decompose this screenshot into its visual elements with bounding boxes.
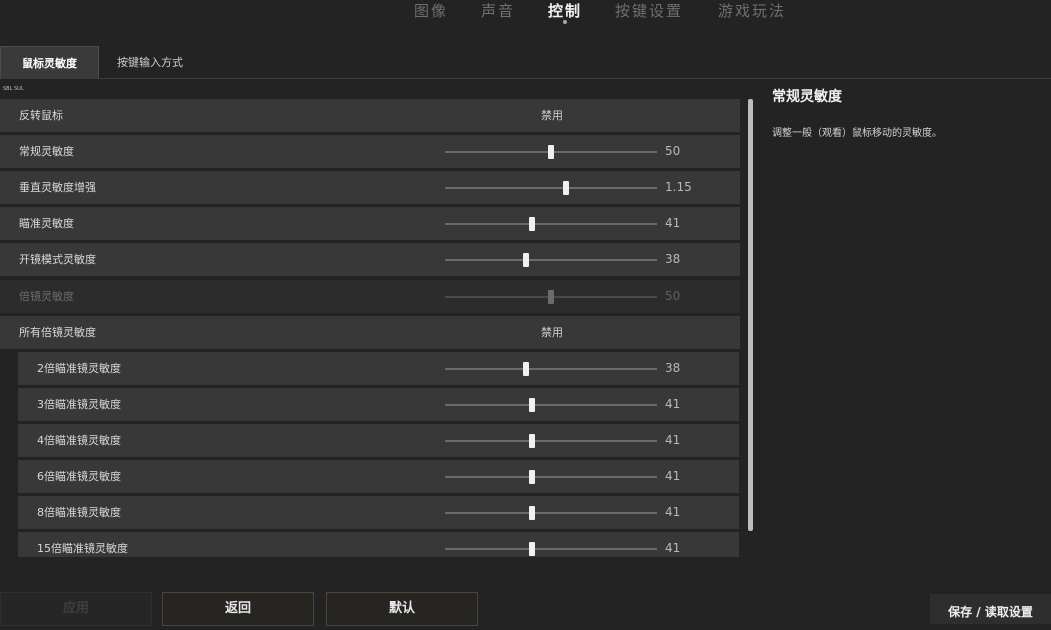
slider-handle[interactable] — [528, 542, 535, 556]
slider-handle[interactable] — [548, 145, 554, 159]
apply-button[interactable]: 应用 — [0, 592, 152, 626]
slider-track[interactable] — [445, 145, 657, 159]
slider-track[interactable] — [445, 542, 657, 556]
settings-scrollbar[interactable] — [748, 99, 753, 531]
setting-label: 反转鼠标 — [19, 109, 63, 122]
tab-audio[interactable]: 声音 — [481, 0, 515, 21]
settings-list[interactable]: 反转鼠标 禁用 常规灵敏度 50 垂直灵敏度增强 1.15 瞄准灵敏度 41 开镜模式灵敏度 38… — [0, 99, 740, 557]
slider-track[interactable] — [445, 398, 657, 412]
setting-label: 常规灵敏度 — [19, 145, 74, 158]
tab-keybindings[interactable]: 按键设置 — [615, 0, 683, 21]
setting-row: 倍镜灵敏度 50 — [0, 280, 740, 313]
setting-label: 开镜模式灵敏度 — [19, 253, 96, 266]
tab-gameplay[interactable]: 游戏玩法 — [718, 0, 786, 21]
setting-label: 垂直灵敏度增强 — [19, 181, 96, 194]
setting-label: 瞄准灵敏度 — [19, 217, 74, 230]
setting-row[interactable]: 4倍瞄准镜灵敏度 41 — [18, 424, 739, 457]
setting-value-toggle[interactable]: 禁用 — [541, 316, 563, 349]
slider-track[interactable] — [445, 506, 657, 520]
slider-value: 38 — [665, 252, 681, 266]
setting-row[interactable]: 6倍瞄准镜灵敏度 41 — [18, 460, 739, 493]
save-load-settings-button[interactable]: 保存 / 读取设置 — [930, 594, 1051, 624]
setting-row[interactable]: 3倍瞄准镜灵敏度 41 — [18, 388, 739, 421]
slider-handle[interactable] — [528, 506, 535, 520]
setting-value-toggle[interactable]: 禁用 — [541, 99, 563, 132]
tab-graphics[interactable]: 图像 — [414, 0, 448, 21]
slider-handle[interactable] — [522, 253, 529, 267]
slider-value: 41 — [665, 397, 681, 411]
sub-tab-bar: 鼠标灵敏度 按键输入方式 — [0, 46, 1051, 79]
slider-handle[interactable] — [528, 217, 535, 231]
slider-track[interactable] — [445, 217, 657, 231]
setting-label: 6倍瞄准镜灵敏度 — [37, 470, 121, 483]
setting-row[interactable]: 开镜模式灵敏度 38 — [0, 243, 740, 276]
setting-row[interactable]: 8倍瞄准镜灵敏度 41 — [18, 496, 739, 529]
section-tiny-label: SBL SUL — [3, 86, 24, 92]
setting-label: 8倍瞄准镜灵敏度 — [37, 506, 121, 519]
description-title: 常规灵敏度 — [772, 89, 842, 105]
setting-label: 倍镜灵敏度 — [19, 290, 74, 303]
setting-row[interactable]: 15倍瞄准镜灵敏度 41 — [18, 532, 739, 557]
setting-label: 3倍瞄准镜灵敏度 — [37, 398, 121, 411]
slider-value: 41 — [665, 469, 681, 483]
slider-value: 50 — [665, 289, 681, 303]
slider-value: 38 — [665, 361, 681, 375]
setting-label: 15倍瞄准镜灵敏度 — [37, 542, 128, 555]
default-button[interactable]: 默认 — [326, 592, 478, 626]
setting-row[interactable]: 所有倍镜灵敏度 禁用 — [0, 316, 740, 349]
slider-handle[interactable] — [522, 362, 529, 376]
slider-track[interactable] — [445, 253, 657, 267]
active-indicator-dot — [563, 20, 567, 24]
slider-value: 41 — [665, 433, 681, 447]
slider-value: 41 — [665, 505, 681, 519]
top-nav: 图像 声音 控制 按键设置 游戏玩法 — [0, 0, 1051, 28]
slider-handle[interactable] — [562, 181, 569, 195]
setting-row[interactable]: 垂直灵敏度增强 1.15 — [0, 171, 740, 204]
slider-track — [445, 290, 657, 304]
setting-label: 2倍瞄准镜灵敏度 — [37, 362, 121, 375]
subtab-mouse-sensitivity[interactable]: 鼠标灵敏度 — [0, 46, 99, 79]
back-button[interactable]: 返回 — [162, 592, 314, 626]
subtab-key-input-method[interactable]: 按键输入方式 — [100, 46, 200, 78]
slider-handle[interactable] — [528, 398, 535, 412]
setting-row[interactable]: 瞄准灵敏度 41 — [0, 207, 740, 240]
slider-handle — [548, 290, 554, 304]
slider-track[interactable] — [445, 470, 657, 484]
setting-label: 所有倍镜灵敏度 — [19, 326, 96, 339]
slider-handle[interactable] — [528, 470, 535, 484]
slider-track[interactable] — [445, 434, 657, 448]
setting-row[interactable]: 常规灵敏度 50 — [0, 135, 740, 168]
description-text: 调整一般（观看）鼠标移动的灵敏度。 — [772, 128, 942, 139]
slider-track[interactable] — [445, 181, 657, 195]
slider-handle[interactable] — [528, 434, 535, 448]
slider-value: 1.15 — [665, 180, 692, 194]
setting-label: 4倍瞄准镜灵敏度 — [37, 434, 121, 447]
slider-value: 50 — [665, 144, 681, 158]
tab-controls[interactable]: 控制 — [548, 0, 583, 24]
setting-row[interactable]: 2倍瞄准镜灵敏度 38 — [18, 352, 739, 385]
setting-row[interactable]: 反转鼠标 禁用 — [0, 99, 740, 132]
slider-track[interactable] — [445, 362, 657, 376]
tab-controls-label: 控制 — [548, 2, 583, 20]
slider-value: 41 — [665, 216, 681, 230]
slider-value: 41 — [665, 541, 681, 555]
